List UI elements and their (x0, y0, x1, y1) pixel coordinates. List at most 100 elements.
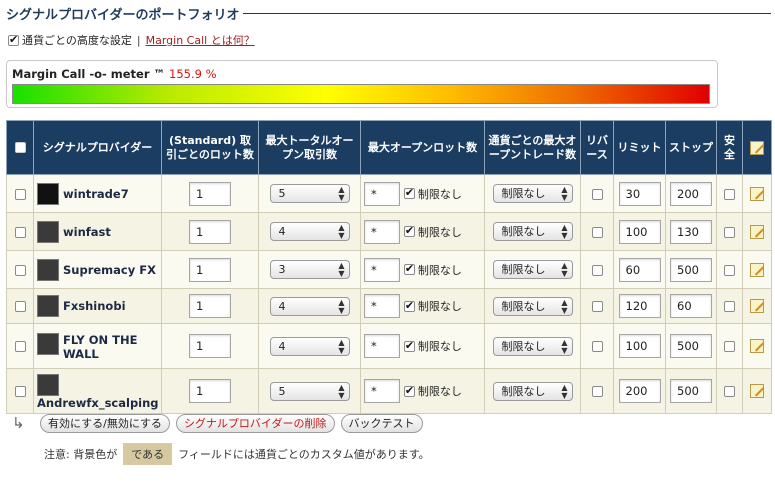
updown-arrows-icon: ▲ ▼ (338, 185, 345, 202)
limit-input[interactable]: 30 (618, 181, 661, 206)
row-select-checkbox[interactable] (14, 341, 26, 352)
stop-input[interactable]: 500 (670, 334, 712, 358)
table-row: Fxshinobi 1 4 ▲▼ * 制限なし 制限なし ▲▼ 120 60 (6, 288, 772, 324)
select-all-checkbox[interactable] (14, 142, 26, 153)
col-max-open-trades: 最大トータルオープン取引数 (258, 120, 361, 175)
no-limit-checkbox[interactable] (403, 339, 415, 352)
max-trades-select[interactable]: 3 ▲ ▼ (269, 260, 350, 279)
max-lots-input[interactable]: * (364, 219, 400, 244)
limit-input[interactable]: 120 (618, 294, 661, 318)
no-limit-label: 制限なし (417, 340, 462, 353)
limit-input[interactable]: 100 (618, 219, 661, 244)
per-currency-select[interactable]: 制限なし ▲ ▼ (492, 381, 573, 401)
edit-icon[interactable] (750, 224, 764, 239)
safe-checkbox[interactable] (724, 301, 735, 312)
provider-name[interactable]: wintrade7 (63, 187, 129, 201)
edit-icon[interactable] (750, 384, 764, 399)
advanced-settings-row: 通貨ごとの高度な設定 | Margin Call とは何？ (8, 32, 255, 48)
reverse-checkbox[interactable] (591, 226, 603, 238)
row-select-checkbox[interactable] (14, 264, 26, 276)
stop-input[interactable]: 60 (670, 294, 712, 318)
max-lots-input[interactable]: * (364, 181, 400, 206)
reverse-checkbox[interactable] (591, 264, 603, 276)
provider-avatar (37, 295, 59, 317)
per-currency-select[interactable]: 制限なし ▲ ▼ (492, 184, 573, 203)
updown-arrows-icon: ▲ ▼ (561, 297, 568, 315)
stop-input[interactable]: 500 (670, 379, 712, 403)
lots-input[interactable]: 1 (189, 181, 231, 206)
reverse-checkbox[interactable] (591, 188, 603, 200)
safe-checkbox[interactable] (724, 226, 735, 238)
no-limit-checkbox[interactable] (403, 262, 415, 275)
edit-icon[interactable] (750, 339, 764, 354)
provider-name[interactable]: Andrewfx_scalping (37, 396, 159, 410)
row-select-checkbox[interactable] (14, 386, 26, 397)
edit-all-icon[interactable] (750, 140, 764, 155)
toggle-enable-button[interactable]: 有効にする/無効にする (40, 413, 170, 433)
row-select-checkbox[interactable] (14, 226, 26, 238)
limit-input[interactable]: 200 (618, 379, 661, 403)
col-limit: リミット (613, 120, 666, 175)
per-currency-select[interactable]: 制限なし ▲ ▼ (492, 222, 573, 241)
reverse-checkbox[interactable] (591, 386, 603, 397)
table-row: wintrade7 1 5 ▲▼ * 制限なし 制限なし ▲▼ 30 200 (6, 174, 772, 213)
safe-checkbox[interactable] (724, 341, 735, 352)
limit-input[interactable]: 60 (618, 257, 661, 282)
lots-input[interactable]: 1 (189, 294, 231, 318)
updown-arrows-icon: ▲ ▼ (561, 223, 568, 240)
per-currency-select[interactable]: 制限なし ▲ ▼ (492, 296, 573, 316)
limit-input[interactable]: 100 (618, 334, 661, 358)
per-currency-value: 制限なし (501, 384, 546, 398)
backtest-button[interactable]: バックテスト (340, 413, 423, 433)
no-limit-checkbox[interactable] (403, 384, 415, 397)
max-lots-input[interactable]: * (364, 257, 400, 282)
portfolio-header: シグナルプロバイダーのポートフォリオ (6, 4, 771, 23)
advanced-settings-checkbox[interactable] (8, 33, 19, 46)
table-row: Andrewfx_scalping 1 5 ▲▼ * 制限なし 制限なし ▲▼ 20… (6, 368, 772, 414)
row-select-checkbox[interactable] (14, 301, 26, 312)
max-trades-select[interactable]: 5 ▲ ▼ (269, 184, 350, 203)
max-trades-select[interactable]: 4 ▲ ▼ (269, 336, 350, 356)
provider-name[interactable]: Fxshinobi (63, 299, 126, 313)
max-lots-input[interactable]: * (364, 294, 400, 318)
max-lots-input[interactable]: * (364, 334, 400, 358)
updown-arrows-icon: ▲ ▼ (338, 297, 345, 315)
max-trades-value: 4 (278, 339, 286, 353)
max-trades-select[interactable]: 5 ▲ ▼ (269, 381, 350, 401)
safe-checkbox[interactable] (724, 188, 735, 200)
col-reverse: リバース (580, 120, 614, 175)
safe-checkbox[interactable] (724, 264, 735, 276)
per-currency-select[interactable]: 制限なし ▲ ▼ (492, 336, 573, 356)
stop-input[interactable]: 200 (670, 181, 712, 206)
edit-icon[interactable] (750, 186, 764, 201)
per-currency-select[interactable]: 制限なし ▲ ▼ (492, 260, 573, 279)
provider-avatar (37, 182, 59, 205)
margin-call-help-link[interactable]: Margin Call とは何？ (146, 32, 255, 48)
advanced-settings-label: 通貨ごとの高度な設定 (22, 34, 132, 47)
stop-input[interactable]: 130 (670, 219, 712, 244)
col-max-open-lots: 最大オープンロット数 (360, 120, 485, 175)
max-lots-input[interactable]: * (364, 379, 400, 403)
provider-name[interactable]: FLY ON THE WALL (63, 333, 137, 361)
no-limit-checkbox[interactable] (403, 299, 415, 312)
max-trades-select[interactable]: 4 ▲ ▼ (269, 222, 350, 241)
lots-input[interactable]: 1 (189, 379, 231, 403)
reverse-checkbox[interactable] (591, 301, 603, 312)
row-select-checkbox[interactable] (14, 188, 26, 200)
updown-arrows-icon: ▲ ▼ (338, 337, 345, 355)
table-row: winfast 1 4 ▲▼ * 制限なし 制限なし ▲▼ 100 130 (6, 212, 772, 251)
no-limit-checkbox[interactable] (403, 224, 415, 237)
lots-input[interactable]: 1 (189, 334, 231, 358)
lots-input[interactable]: 1 (189, 257, 231, 282)
delete-provider-button[interactable]: シグナルプロバイダーの削除 (175, 413, 335, 433)
lots-input[interactable]: 1 (189, 219, 231, 244)
reverse-checkbox[interactable] (591, 341, 603, 352)
provider-name[interactable]: Supremacy FX (63, 263, 156, 277)
stop-input[interactable]: 500 (670, 257, 712, 282)
provider-name[interactable]: winfast (63, 225, 111, 239)
safe-checkbox[interactable] (724, 386, 735, 397)
edit-icon[interactable] (750, 262, 764, 277)
max-trades-select[interactable]: 4 ▲ ▼ (269, 296, 350, 316)
no-limit-checkbox[interactable] (403, 186, 415, 199)
edit-icon[interactable] (750, 299, 764, 314)
